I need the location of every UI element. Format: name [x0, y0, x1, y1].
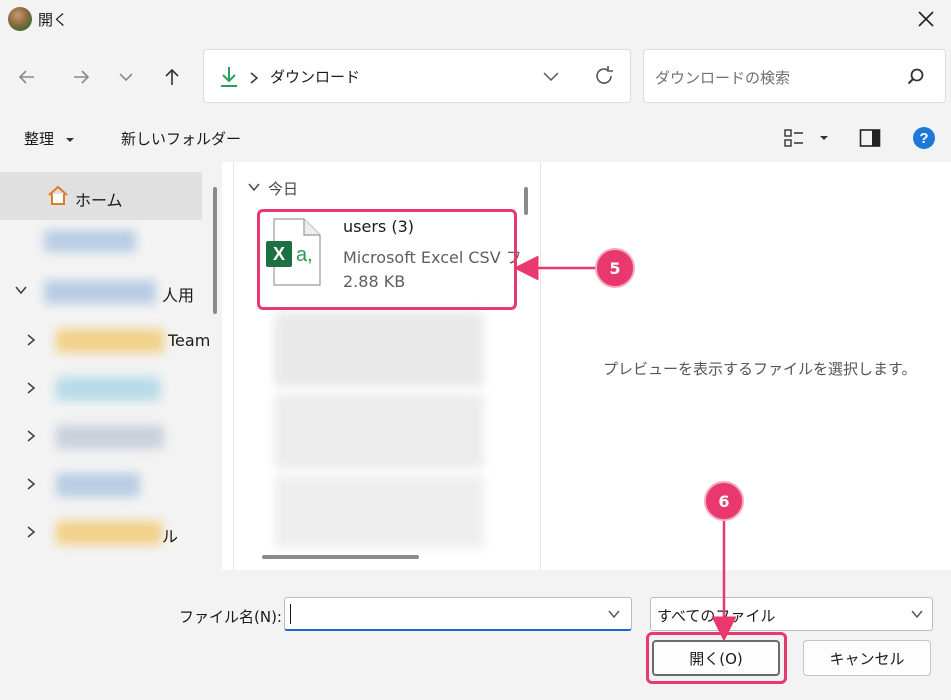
open-file-dialog: 開く ダウンロード ダウンロードの検索 整理 新しいフォルダー ? ホーム 人用… — [0, 0, 951, 700]
close-icon[interactable] — [911, 4, 941, 34]
sidebar-item-blurred[interactable] — [56, 425, 164, 449]
download-icon — [221, 67, 237, 87]
back-arrow-icon — [18, 70, 34, 84]
up-button[interactable] — [157, 62, 187, 92]
file-list-horizontal-scrollbar[interactable] — [262, 555, 419, 559]
file-item-blurred[interactable] — [274, 312, 484, 387]
refresh-icon[interactable] — [592, 64, 616, 88]
preview-pane: プレビューを表示するファイルを選択します。 — [540, 162, 951, 570]
breadcrumb-downloads[interactable]: ダウンロード — [270, 66, 360, 87]
chevron-down-icon[interactable] — [14, 284, 28, 296]
navigation-pane: ホーム 人用 Team ル — [0, 162, 222, 570]
file-item-blurred[interactable] — [274, 476, 484, 548]
file-list-vertical-scrollbar[interactable] — [524, 187, 528, 215]
highlight-box-file — [257, 209, 517, 310]
sidebar-item-blurred[interactable] — [44, 280, 156, 304]
filetype-select[interactable]: すべてのファイル — [650, 597, 933, 631]
sidebar-item-blurred[interactable] — [56, 377, 160, 401]
cancel-button[interactable]: キャンセル — [803, 640, 931, 676]
organize-label: 整理 — [24, 130, 55, 148]
sidebar-item-teams-label: Team — [168, 331, 211, 350]
chevron-right-icon[interactable] — [26, 333, 36, 347]
dropdown-caret-icon — [820, 136, 828, 140]
navigation-bar: ダウンロード ダウンロードの検索 — [0, 40, 951, 114]
chevron-right-icon[interactable] — [26, 525, 36, 539]
sidebar-item-personal-label: 人用 — [162, 286, 195, 305]
chevron-right-icon — [250, 72, 259, 84]
help-icon[interactable]: ? — [912, 126, 936, 150]
highlight-box-open-button — [646, 632, 787, 684]
organize-menu[interactable]: 整理 — [24, 128, 75, 149]
chevron-right-icon[interactable] — [26, 477, 36, 491]
preview-message: プレビューを表示するファイルを選択します。 — [603, 360, 917, 378]
chevron-right-icon[interactable] — [26, 429, 36, 443]
chevron-down-icon — [119, 73, 133, 82]
filename-label: ファイル名(N): — [179, 608, 282, 626]
sidebar-home-label: ホーム — [75, 191, 123, 210]
app-icon — [8, 7, 32, 31]
chevron-down-icon[interactable] — [607, 609, 621, 619]
sidebar-item-blurred[interactable] — [44, 230, 136, 252]
recent-locations-button[interactable] — [111, 62, 141, 92]
dropdown-caret-icon — [65, 137, 74, 142]
step-badge-5: 5 — [595, 248, 635, 288]
address-bar[interactable]: ダウンロード — [203, 49, 631, 103]
up-arrow-icon — [165, 68, 179, 85]
forward-arrow-icon — [74, 70, 90, 84]
file-item-blurred[interactable] — [274, 394, 484, 469]
title-bar: 開く — [0, 0, 951, 40]
filename-input[interactable] — [284, 597, 632, 631]
view-options-icon — [784, 129, 803, 147]
filetype-value: すべてのファイル — [657, 607, 776, 625]
dialog-title: 開く — [38, 11, 69, 29]
preview-pane-icon[interactable] — [859, 128, 881, 148]
dialog-footer: ファイル名(N): すべてのファイル 開く(O) キャンセル — [0, 570, 951, 700]
svg-text:?: ? — [919, 130, 928, 147]
search-box[interactable]: ダウンロードの検索 — [643, 49, 946, 103]
chevron-right-icon[interactable] — [26, 381, 36, 395]
view-options-button[interactable] — [783, 128, 833, 150]
sidebar-item-blurred[interactable] — [56, 473, 140, 497]
step-badge-6: 6 — [704, 481, 744, 521]
search-placeholder[interactable]: ダウンロードの検索 — [655, 67, 790, 88]
command-toolbar: 整理 新しいフォルダー ? — [0, 114, 951, 162]
search-icon[interactable] — [906, 67, 926, 87]
group-header-today[interactable]: 今日 — [268, 178, 298, 199]
chevron-down-icon[interactable] — [542, 69, 560, 85]
back-button[interactable] — [12, 62, 42, 92]
chevron-down-icon — [911, 610, 923, 619]
text-caret — [290, 604, 291, 624]
sidebar-item-blurred[interactable] — [56, 329, 164, 353]
new-folder-button[interactable]: 新しいフォルダー — [121, 128, 241, 149]
chevron-down-icon[interactable] — [248, 182, 260, 192]
forward-button[interactable] — [66, 62, 96, 92]
sidebar-item-blurred[interactable] — [56, 521, 162, 545]
sidebar-scrollbar[interactable] — [213, 187, 217, 314]
home-icon — [48, 185, 68, 205]
sidebar-item-folder-label: ル — [162, 527, 179, 546]
